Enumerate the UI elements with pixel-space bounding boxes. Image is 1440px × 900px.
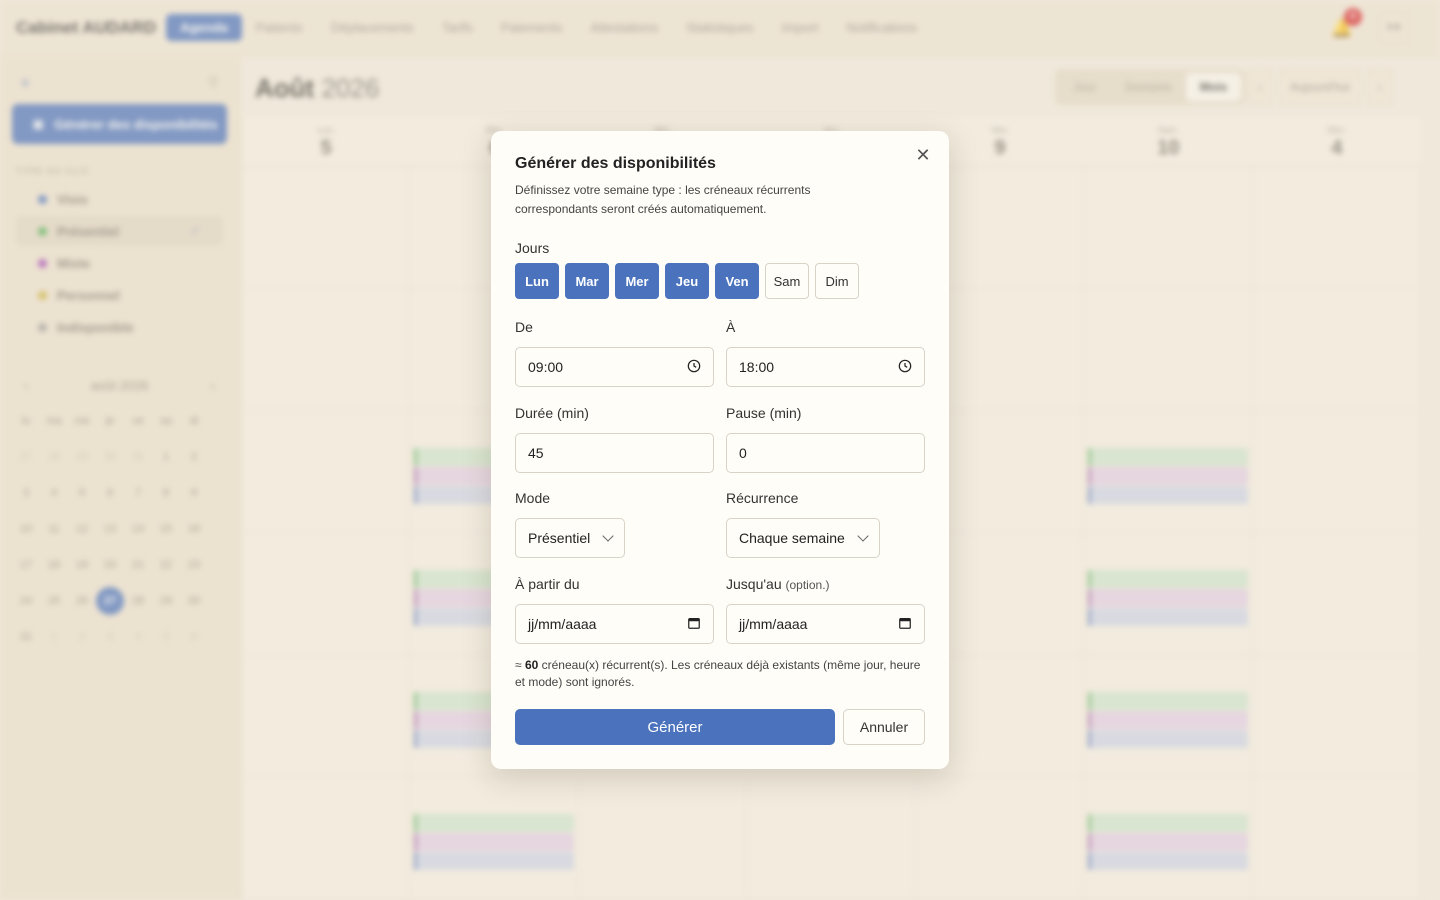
clock-icon: [898, 359, 912, 376]
generate-button[interactable]: Générer: [515, 709, 835, 745]
day-toggle-4[interactable]: Ven: [715, 263, 759, 299]
days-label: Jours: [515, 240, 550, 256]
dialog-description: Définissez votre semaine type : les crén…: [515, 183, 811, 216]
from-time-input[interactable]: 09:00: [515, 347, 714, 387]
pause-label: Pause (min): [726, 405, 802, 421]
day-toggle-6[interactable]: Dim: [815, 263, 859, 299]
calendar-icon: [687, 616, 701, 633]
day-toggle-3[interactable]: Jeu: [665, 263, 709, 299]
day-toggle-0[interactable]: Lun: [515, 263, 559, 299]
slot-count-note: ≈ 60 créneau(x) récurrent(s). Les crénea…: [515, 658, 921, 689]
recurrence-select[interactable]: Chaque semaine: [726, 518, 880, 558]
end-date-hint: (option.): [785, 578, 830, 592]
end-date-label: Jusqu'au (option.): [726, 576, 830, 592]
close-icon[interactable]: ✕: [913, 145, 933, 165]
mode-select[interactable]: Présentiel: [515, 518, 626, 558]
slot-count: 60: [524, 658, 539, 672]
pause-input[interactable]: 0: [726, 433, 925, 473]
calendar-icon: [898, 616, 912, 633]
day-toggle-1[interactable]: Mar: [565, 263, 609, 299]
clock-icon: [687, 359, 701, 376]
to-label: À: [726, 319, 736, 335]
day-toggle-group: Lun Mar Mer Jeu Ven Sam Dim: [515, 263, 859, 299]
end-date-input[interactable]: jj/mm/aaaa: [726, 604, 925, 644]
mode-label: Mode: [515, 490, 551, 506]
chevron-down-icon: [602, 530, 614, 542]
dialog-title: Générer des disponibilités: [515, 155, 716, 172]
day-toggle-5[interactable]: Sam: [765, 263, 809, 299]
start-date-input[interactable]: jj/mm/aaaa: [515, 604, 714, 644]
to-time-input[interactable]: 18:00: [726, 347, 925, 387]
duration-input[interactable]: 45: [515, 433, 714, 473]
chevron-down-icon: [857, 530, 869, 542]
recurrence-label: Récurrence: [726, 490, 799, 506]
generate-availability-dialog: ✕ Générer des disponibilités Définissez …: [491, 131, 949, 769]
duration-label: Durée (min): [515, 405, 589, 421]
start-date-label: À partir du: [515, 576, 580, 592]
from-label: De: [515, 319, 533, 335]
day-toggle-2[interactable]: Mer: [615, 263, 659, 299]
cancel-button[interactable]: Annuler: [843, 709, 925, 745]
